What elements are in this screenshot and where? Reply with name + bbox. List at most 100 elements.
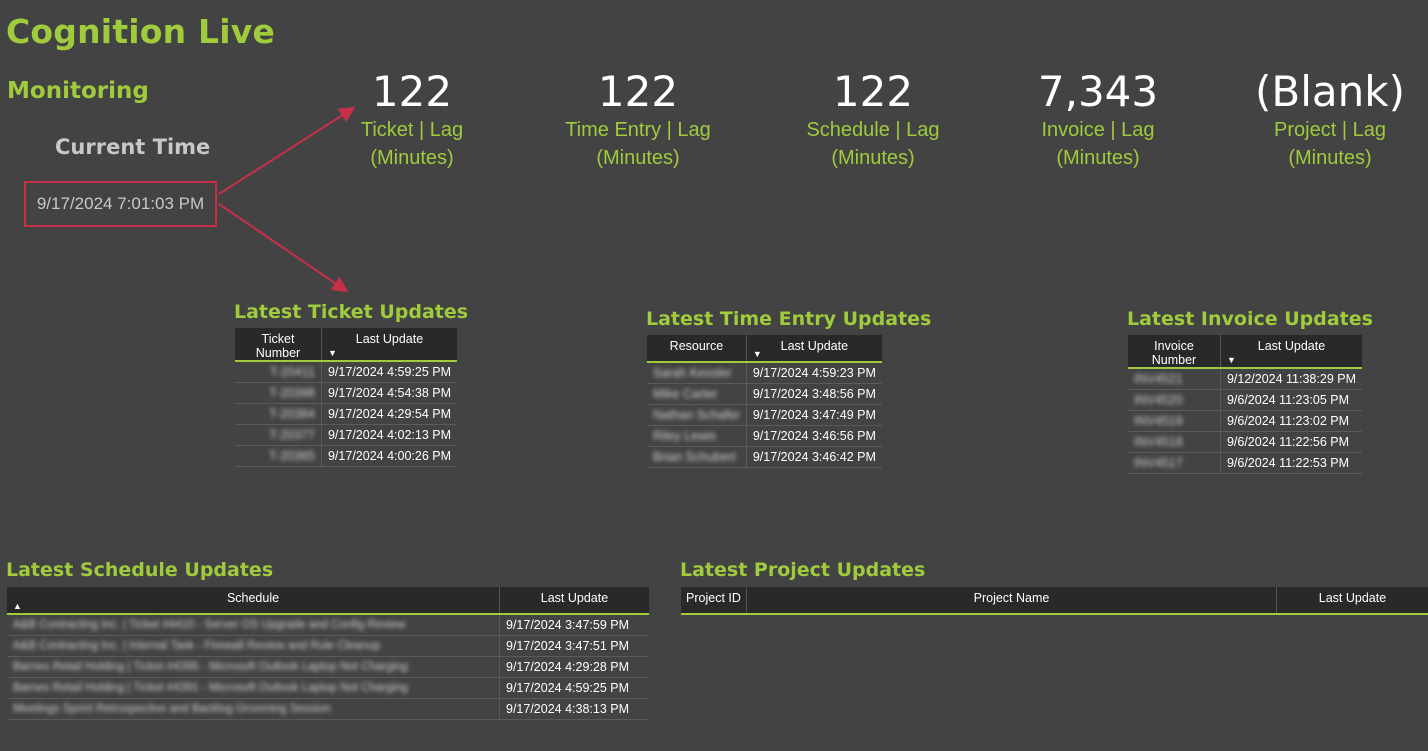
project-table-title: Latest Project Updates	[680, 559, 926, 581]
sort-descending-icon[interactable]: ▼	[753, 350, 762, 359]
ticket-table: Ticket Number Last Update ▼ T-20411 9/17/2…	[235, 328, 457, 467]
last-update-cell: 9/17/2024 4:29:28 PM	[499, 656, 649, 678]
kpi-label: Time Entry | Lag (Minutes)	[565, 119, 711, 169]
table-row[interactable]: A&B Contracting Inc. | Internal Task - F…	[7, 635, 649, 657]
table-row[interactable]: Brian Schubert 9/17/2024 3:46:42 PM	[647, 446, 882, 468]
last-update-cell: 9/17/2024 3:47:49 PM	[746, 404, 882, 426]
column-header-resource[interactable]: Resource	[647, 335, 747, 363]
resource-cell: Sarah Kessler	[647, 362, 747, 384]
resource-cell: Riley Lewis	[647, 425, 747, 447]
table-row[interactable]: Barnes Retail Holding | Ticket #4391 - M…	[7, 677, 649, 699]
schedule-cell: Meetings Sprint Retrospective and Backlo…	[7, 698, 500, 720]
column-header-schedule[interactable]: Schedule ▲	[7, 587, 500, 615]
sort-descending-icon[interactable]: ▼	[1227, 356, 1236, 365]
kpi-label: Schedule | Lag (Minutes)	[806, 119, 940, 169]
last-update-cell: 9/6/2024 11:23:05 PM	[1220, 389, 1362, 411]
ticket-number-cell: T-20365	[235, 445, 322, 467]
column-header-last-update[interactable]: Last Update ▼	[746, 335, 882, 363]
table-row[interactable]: INV4520 9/6/2024 11:23:05 PM	[1128, 389, 1362, 411]
last-update-cell: 9/6/2024 11:22:56 PM	[1220, 431, 1362, 453]
table-row[interactable]: T-20384 9/17/2024 4:29:54 PM	[235, 403, 457, 425]
last-update-cell: 9/17/2024 3:48:56 PM	[746, 383, 882, 405]
kpi-time-entry-lag: 122 Time Entry | Lag (Minutes)	[548, 68, 728, 172]
column-header-invoice-number[interactable]: Invoice Number	[1128, 335, 1221, 369]
column-header-ticket-number[interactable]: Ticket Number	[235, 328, 322, 362]
table-row[interactable]: Meetings Sprint Retrospective and Backlo…	[7, 698, 649, 720]
ticket-number-cell: T-20398	[235, 382, 322, 404]
table-row[interactable]: INV4517 9/6/2024 11:22:53 PM	[1128, 452, 1362, 474]
column-header-project-name[interactable]: Project Name	[746, 587, 1277, 615]
time-entry-table-title: Latest Time Entry Updates	[646, 308, 932, 330]
last-update-cell: 9/12/2024 11:38:29 PM	[1220, 368, 1362, 390]
last-update-cell: 9/17/2024 3:46:42 PM	[746, 446, 882, 468]
project-table: Project ID Project Name Last Update	[681, 587, 1428, 615]
kpi-schedule-lag: 122 Schedule | Lag (Minutes)	[788, 68, 958, 172]
table-row[interactable]: T-20411 9/17/2024 4:59:25 PM	[235, 361, 457, 383]
ticket-number-cell: T-20411	[235, 361, 322, 383]
schedule-cell: Barnes Retail Holding | Ticket #4395 - M…	[7, 656, 500, 678]
schedule-cell: A&B Contracting Inc. | Internal Task - F…	[7, 635, 500, 657]
sort-descending-icon[interactable]: ▼	[328, 349, 337, 358]
kpi-ticket-lag: 122 Ticket | Lag (Minutes)	[332, 68, 492, 172]
table-row[interactable]: Barnes Retail Holding | Ticket #4395 - M…	[7, 656, 649, 678]
arrow-to-ticket-table	[218, 203, 349, 293]
table-row[interactable]: INV4519 9/6/2024 11:23:02 PM	[1128, 410, 1362, 432]
kpi-label: Ticket | Lag (Minutes)	[360, 119, 464, 169]
last-update-cell: 9/17/2024 3:47:59 PM	[499, 614, 649, 636]
column-header-last-update[interactable]: Last Update ▼	[1220, 335, 1362, 369]
invoice-number-cell: INV4521	[1128, 368, 1221, 390]
last-update-cell: 9/17/2024 4:59:23 PM	[746, 362, 882, 384]
invoice-number-cell: INV4517	[1128, 452, 1221, 474]
ticket-number-cell: T-20384	[235, 403, 322, 425]
kpi-label: Project | Lag (Minutes)	[1274, 119, 1386, 169]
last-update-cell: 9/17/2024 4:54:38 PM	[321, 382, 457, 404]
last-update-cell: 9/6/2024 11:23:02 PM	[1220, 410, 1362, 432]
kpi-invoice-lag: 7,343 Invoice | Lag (Minutes)	[1013, 68, 1183, 172]
last-update-cell: 9/17/2024 4:38:13 PM	[499, 698, 649, 720]
last-update-cell: 9/17/2024 4:29:54 PM	[321, 403, 457, 425]
last-update-cell: 9/17/2024 4:59:25 PM	[321, 361, 457, 383]
table-row[interactable]: Mike Carter 9/17/2024 3:48:56 PM	[647, 383, 882, 405]
invoice-number-cell: INV4520	[1128, 389, 1221, 411]
last-update-cell: 9/17/2024 4:59:25 PM	[499, 677, 649, 699]
ticket-table-title: Latest Ticket Updates	[234, 301, 469, 323]
table-row[interactable]: INV4518 9/6/2024 11:22:56 PM	[1128, 431, 1362, 453]
kpi-value: (Blank)	[1255, 67, 1405, 116]
last-update-cell: 9/17/2024 4:02:13 PM	[321, 424, 457, 446]
column-header-last-update[interactable]: Last Update	[1276, 587, 1428, 615]
table-row[interactable]: Nathan Schafer 9/17/2024 3:47:49 PM	[647, 404, 882, 426]
resource-cell: Mike Carter	[647, 383, 747, 405]
time-entry-table: Resource Last Update ▼ Sarah Kessler 9/17/…	[647, 335, 882, 468]
table-row[interactable]: Riley Lewis 9/17/2024 3:46:56 PM	[647, 425, 882, 447]
invoice-table: Invoice Number Last Update ▼ INV4521 9/12/…	[1128, 335, 1362, 474]
resource-cell: Brian Schubert	[647, 446, 747, 468]
column-header-project-id[interactable]: Project ID	[681, 587, 747, 615]
last-update-cell: 9/6/2024 11:22:53 PM	[1220, 452, 1362, 474]
schedule-table: Schedule ▲ Last Update A&B Contracting In…	[7, 587, 649, 720]
ticket-number-cell: T-20377	[235, 424, 322, 446]
kpi-value: 122	[371, 67, 453, 116]
table-row[interactable]: A&B Contracting Inc. | Ticket #4410 - Se…	[7, 614, 649, 636]
table-row[interactable]: Sarah Kessler 9/17/2024 4:59:23 PM	[647, 362, 882, 384]
kpi-value: 7,343	[1037, 67, 1159, 116]
invoice-number-cell: INV4519	[1128, 410, 1221, 432]
column-header-last-update[interactable]: Last Update	[499, 587, 649, 615]
last-update-cell: 9/17/2024 3:47:51 PM	[499, 635, 649, 657]
resource-cell: Nathan Schafer	[647, 404, 747, 426]
sort-ascending-icon[interactable]: ▲	[13, 602, 22, 611]
kpi-value: 122	[597, 67, 679, 116]
last-update-cell: 9/17/2024 3:46:56 PM	[746, 425, 882, 447]
kpi-value: 122	[832, 67, 914, 116]
last-update-cell: 9/17/2024 4:00:26 PM	[321, 445, 457, 467]
table-row[interactable]: INV4521 9/12/2024 11:38:29 PM	[1128, 368, 1362, 390]
kpi-project-lag: (Blank) Project | Lag (Minutes)	[1240, 68, 1420, 172]
invoice-table-title: Latest Invoice Updates	[1127, 308, 1373, 330]
schedule-table-title: Latest Schedule Updates	[6, 559, 274, 581]
schedule-cell: A&B Contracting Inc. | Ticket #4410 - Se…	[7, 614, 500, 636]
table-row[interactable]: T-20377 9/17/2024 4:02:13 PM	[235, 424, 457, 446]
kpi-label: Invoice | Lag (Minutes)	[1041, 119, 1155, 169]
table-row[interactable]: T-20398 9/17/2024 4:54:38 PM	[235, 382, 457, 404]
column-header-last-update[interactable]: Last Update ▼	[321, 328, 457, 362]
invoice-number-cell: INV4518	[1128, 431, 1221, 453]
table-row[interactable]: T-20365 9/17/2024 4:00:26 PM	[235, 445, 457, 467]
